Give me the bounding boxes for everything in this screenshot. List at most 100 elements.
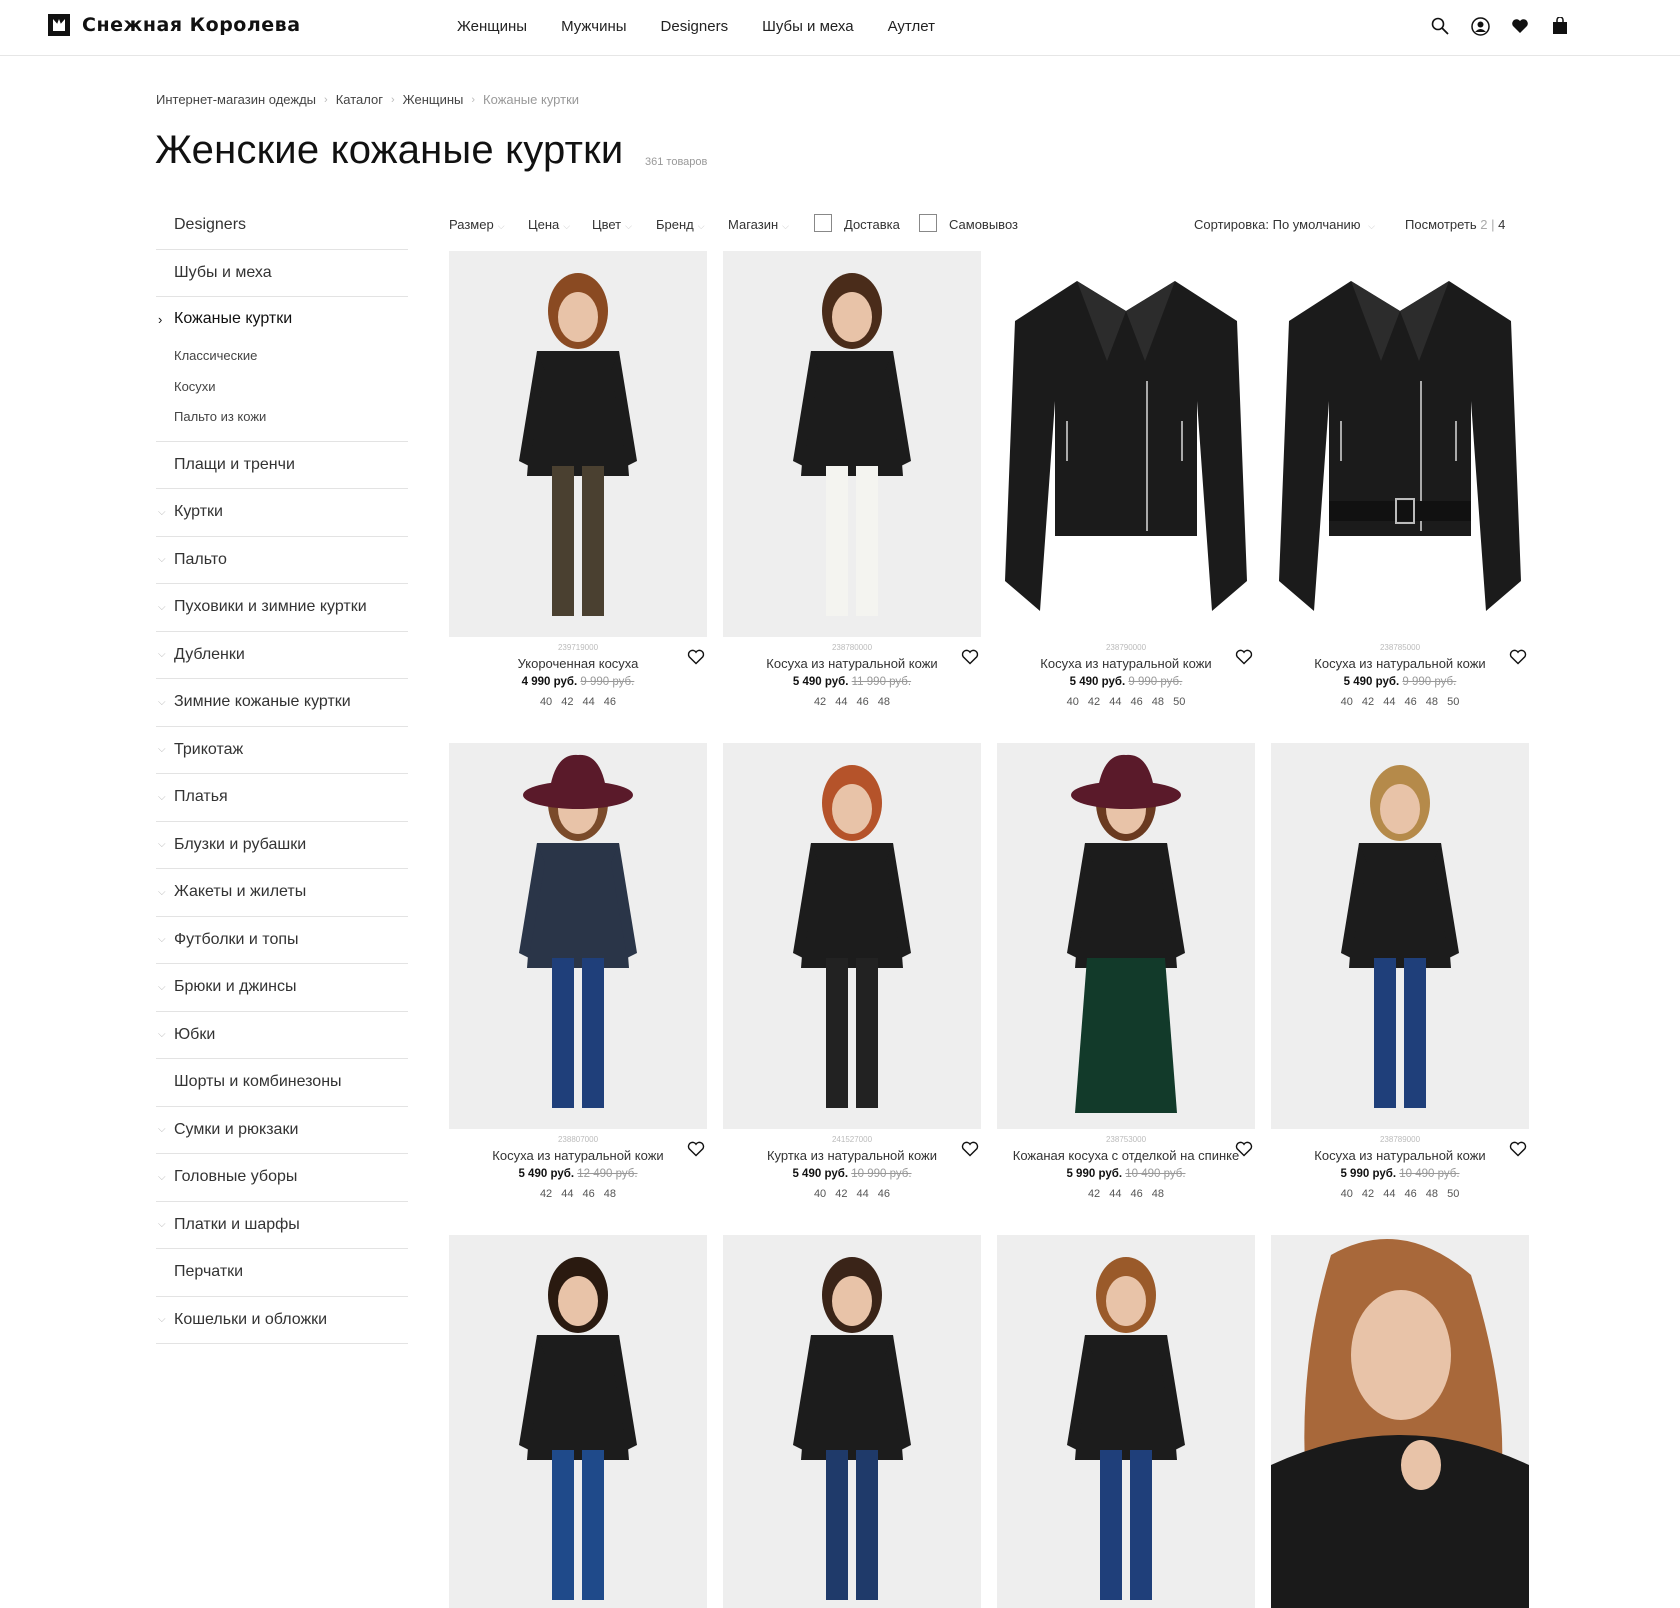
product-price-row: 5 990 руб. 10 490 руб. [1271, 1168, 1529, 1180]
product-image[interactable] [449, 251, 707, 637]
sidebar-item[interactable]: ⌵ Юбки [156, 1012, 408, 1059]
product-card[interactable] [449, 1235, 707, 1608]
product-image[interactable] [1271, 1235, 1529, 1608]
filter-store[interactable]: Магазин ⌵ [728, 217, 789, 232]
logo[interactable]: Снежная Королева [48, 14, 301, 36]
nav-designers[interactable]: Designers [661, 18, 729, 35]
product-name[interactable]: Косуха из натуральной кожи [723, 656, 981, 671]
nav-women[interactable]: Женщины [457, 18, 527, 35]
filter-bar: Размер ⌵ Цена ⌵ Цвет ⌵ Бренд ⌵ Магазин ⌵ Дост… [449, 214, 1519, 236]
sidebar-sub-kosukhi[interactable]: Косухи [174, 372, 408, 403]
product-image[interactable] [1271, 251, 1529, 637]
breadcrumb-home[interactable]: Интернет-магазин одежды [156, 92, 316, 107]
nav-outlet[interactable]: Аутлет [888, 18, 935, 35]
favorite-heart-icon[interactable] [1509, 649, 1527, 667]
user-icon[interactable] [1470, 16, 1490, 36]
chevron-down-icon: ⌵ [158, 1314, 166, 1326]
favorite-heart-icon[interactable] [687, 1141, 705, 1159]
product-image[interactable] [723, 1235, 981, 1608]
sidebar-item[interactable]: ⌵ Пальто [156, 537, 408, 584]
favorite-heart-icon[interactable] [1235, 1141, 1253, 1159]
sidebar-item[interactable]: ⌵ Блузки и рубашки [156, 822, 408, 869]
product-card[interactable]: 239719000 Укороченная косуха 4 990 руб. … [449, 251, 707, 733]
sidebar-item[interactable]: ⌵ Трикотаж [156, 727, 408, 774]
sidebar-item[interactable]: Шорты и комбинезоны [156, 1059, 408, 1107]
product-name[interactable]: Кожаная косуха с отделкой на спинке [997, 1148, 1255, 1163]
filter-price[interactable]: Цена ⌵ [528, 217, 570, 232]
chevron-down-icon: ⌵ [158, 1171, 166, 1183]
sidebar-item[interactable]: ⌵ Кошельки и обложки [156, 1297, 408, 1344]
breadcrumb-separator-icon: › [471, 93, 476, 106]
product-card[interactable] [997, 1235, 1255, 1608]
crown-logo-icon [48, 14, 70, 36]
nav-furs[interactable]: Шубы и меха [762, 18, 854, 35]
product-image[interactable] [1271, 743, 1529, 1129]
favorite-heart-icon[interactable] [961, 649, 979, 667]
chevron-down-icon: ⌵ [625, 221, 632, 231]
product-image[interactable] [997, 251, 1255, 637]
product-name[interactable]: Укороченная косуха [449, 656, 707, 671]
pickup-checkbox[interactable] [919, 214, 937, 232]
search-icon[interactable] [1430, 16, 1450, 36]
site-header: Снежная Королева Женщины Мужчины Designe… [0, 0, 1680, 56]
sidebar-item[interactable]: Плащи и тренчи [156, 442, 408, 489]
sidebar-item[interactable]: ⌵ Зимние кожаные куртки [156, 679, 408, 727]
product-image[interactable] [723, 743, 981, 1129]
nav-men[interactable]: Мужчины [561, 18, 626, 35]
sidebar-sub-leather-coats[interactable]: Пальто из кожи [174, 402, 408, 433]
sidebar-item-furs[interactable]: Шубы и меха [156, 250, 408, 297]
product-image[interactable] [997, 743, 1255, 1129]
product-card[interactable]: 241527000 Куртка из натуральной кожи 5 4… [723, 743, 981, 1225]
product-card[interactable]: 238785000 Косуха из натуральной кожи 5 4… [1271, 251, 1529, 733]
sidebar-item[interactable]: ⌵ Пуховики и зимние куртки [156, 584, 408, 632]
product-sizes: 40 42 44 46 48 50 [1066, 696, 1186, 708]
sidebar-item[interactable]: ⌵ Жакеты и жилеты [156, 869, 408, 917]
sidebar-item[interactable]: ⌵ Платки и шарфы [156, 1202, 408, 1249]
delivery-checkbox[interactable] [814, 214, 832, 232]
product-card[interactable]: 238780000 Косуха из натуральной кожи 5 4… [723, 251, 981, 733]
product-card[interactable] [1271, 1235, 1529, 1608]
sidebar-sub-classic[interactable]: Классические [174, 341, 408, 372]
product-name[interactable]: Косуха из натуральной кожи [449, 1148, 707, 1163]
filter-color[interactable]: Цвет ⌵ [592, 217, 632, 232]
product-image[interactable] [723, 251, 981, 637]
breadcrumb-catalog[interactable]: Каталог [336, 92, 383, 107]
product-name[interactable]: Косуха из натуральной кожи [997, 656, 1255, 671]
favorite-heart-icon[interactable] [961, 1141, 979, 1159]
sidebar-item-leather-jackets[interactable]: › Кожаные куртки [156, 297, 408, 341]
favorite-heart-icon[interactable] [687, 649, 705, 667]
product-card[interactable]: 238789000 Косуха из натуральной кожи 5 9… [1271, 743, 1529, 1225]
product-image[interactable] [997, 1235, 1255, 1608]
sidebar-item[interactable]: ⌵ Брюки и джинсы [156, 964, 408, 1012]
product-image[interactable] [449, 743, 707, 1129]
sidebar-item[interactable]: ⌵ Куртки [156, 489, 408, 537]
sidebar-item[interactable]: ⌵ Головные уборы [156, 1154, 408, 1202]
chevron-down-icon: ⌵ [158, 1029, 166, 1041]
filter-brand[interactable]: Бренд ⌵ [656, 217, 705, 232]
chevron-down-icon: ⌵ [158, 649, 166, 661]
product-card[interactable]: 238807000 Косуха из натуральной кожи 5 4… [449, 743, 707, 1225]
product-old-price: 10 990 руб. [851, 1168, 912, 1180]
filter-size[interactable]: Размер ⌵ [449, 217, 505, 232]
view-4-columns[interactable]: 4 [1498, 217, 1505, 232]
sidebar-item[interactable]: ⌵ Платья [156, 774, 408, 822]
sidebar-item[interactable]: Перчатки [156, 1249, 408, 1297]
breadcrumb-women[interactable]: Женщины [403, 92, 464, 107]
product-card[interactable] [723, 1235, 981, 1608]
product-card[interactable]: 238753000 Кожаная косуха с отделкой на с… [997, 743, 1255, 1225]
product-name[interactable]: Косуха из натуральной кожи [1271, 656, 1529, 671]
favorite-heart-icon[interactable] [1235, 649, 1253, 667]
product-name[interactable]: Косуха из натуральной кожи [1271, 1148, 1529, 1163]
sidebar-item[interactable]: ⌵ Дубленки [156, 632, 408, 679]
bag-icon[interactable] [1550, 16, 1570, 36]
product-name[interactable]: Куртка из натуральной кожи [723, 1148, 981, 1163]
heart-icon[interactable] [1510, 16, 1530, 36]
product-card[interactable]: 238790000 Косуха из натуральной кожи 5 4… [997, 251, 1255, 733]
view-2-columns[interactable]: 2 [1480, 217, 1487, 232]
sidebar-item-designers[interactable]: Designers [156, 202, 408, 250]
favorite-heart-icon[interactable] [1509, 1141, 1527, 1159]
sort-dropdown[interactable]: Сортировка: По умолчанию ⌵ [1194, 217, 1375, 232]
sidebar-item[interactable]: ⌵ Футболки и топы [156, 917, 408, 964]
sidebar-item[interactable]: ⌵ Сумки и рюкзаки [156, 1107, 408, 1154]
product-image[interactable] [449, 1235, 707, 1608]
